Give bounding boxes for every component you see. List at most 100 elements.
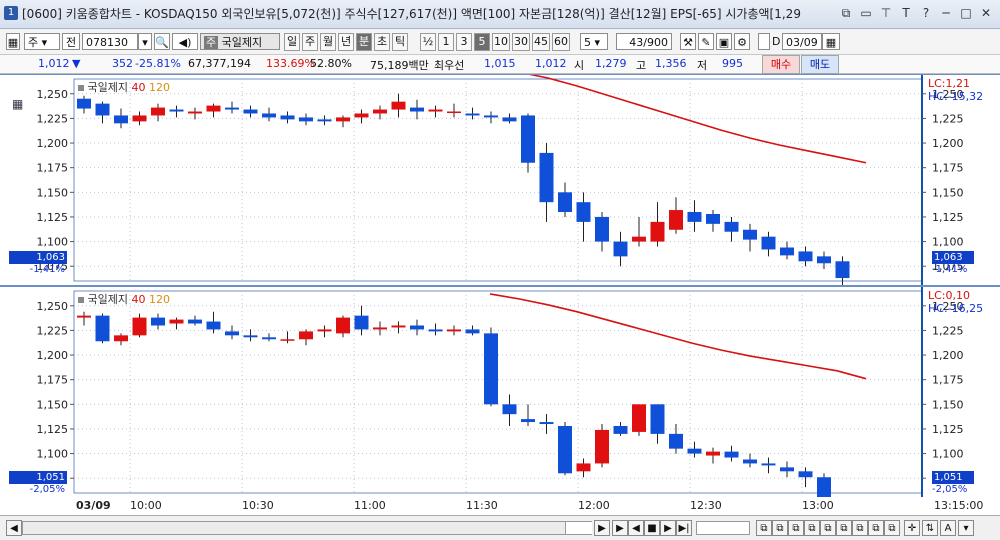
interval-button[interactable]: ½ (420, 33, 436, 51)
interval-button[interactable]: 45 (532, 33, 550, 51)
save-icon[interactable]: ▣ (716, 33, 732, 50)
pin-icon[interactable]: ⊤ (878, 4, 894, 22)
candle-body (262, 113, 276, 118)
legend-1: 국일제지 40 120 (78, 79, 170, 95)
layout-b-icon[interactable]: ⧉ (772, 520, 788, 536)
period-button[interactable]: 초 (374, 33, 390, 51)
y-tick-label-left: 1,175 (37, 374, 69, 387)
count-field[interactable]: 43/900 (616, 33, 672, 50)
candle-chart-1[interactable]: 1,250 1,2501,225 1,2251,200 1,2001,175 1,175… (0, 75, 1000, 285)
period-button[interactable]: 주 (302, 33, 318, 51)
price-pane-2[interactable]: 1,250 1,250 1,225 1,225 1,200 1,200 1,175 1,175… (0, 286, 1000, 498)
interval-button[interactable]: 10 (492, 33, 510, 51)
candle-body (299, 117, 313, 122)
step-back-icon[interactable]: ◀ (628, 520, 644, 536)
y-tick-label-left: 1,100 (37, 236, 69, 249)
candle-body (280, 115, 295, 120)
help-icon[interactable]: ? (918, 4, 934, 22)
candle-body (465, 329, 480, 334)
layout-h-icon[interactable]: ⧉ (868, 520, 884, 536)
d-checkbox[interactable] (758, 33, 770, 50)
close-icon[interactable]: ✕ (978, 4, 994, 22)
search-icon[interactable]: 🔍 (154, 33, 170, 50)
font-icon[interactable]: T (898, 4, 914, 22)
interval-button[interactable]: 3 (456, 33, 472, 51)
interval-button[interactable]: 5 (474, 33, 490, 51)
layout-a-icon[interactable]: ⧉ (756, 520, 772, 536)
restore-icon[interactable]: ⧉ (838, 4, 854, 22)
dropdown-icon[interactable]: ▾ (958, 520, 974, 536)
right-pct-label: -2,05% (932, 484, 968, 495)
candle-body (743, 459, 757, 464)
candle-body (132, 115, 147, 122)
grid-icon[interactable]: ▦ (6, 33, 20, 50)
candle-body (169, 319, 184, 324)
candle-body (817, 256, 831, 264)
scroll-thumb[interactable] (565, 522, 592, 534)
period-button[interactable]: 일 (284, 33, 300, 51)
interval-button[interactable]: 60 (552, 33, 570, 51)
interval-button[interactable]: 1 (438, 33, 454, 51)
stop-icon[interactable]: ■ (644, 520, 660, 536)
candle-body (95, 315, 110, 342)
settings-gear-icon[interactable]: ⚙ (734, 33, 750, 50)
layout-i-icon[interactable]: ⧉ (884, 520, 900, 536)
price-pane-1[interactable]: 1,250 1,250 1,225 1,225 1,200 1,200 1,175 1,175… (0, 74, 1000, 286)
stock-code-input[interactable]: 078130 (82, 33, 138, 50)
play-icon[interactable]: ▶ (612, 520, 628, 536)
window-controls: ⧉ ▭ ⊤ T ? ─ □ ✕ (838, 4, 994, 22)
step-forward-icon[interactable]: ▶ (660, 520, 676, 536)
layout-d-icon[interactable]: ⧉ (804, 520, 820, 536)
code-dropdown-icon[interactable]: ▾ (138, 33, 152, 50)
interval-button[interactable]: 30 (512, 33, 530, 51)
right-price-label: 1,063 (932, 251, 974, 264)
candle-body (151, 107, 165, 116)
tools-icon[interactable]: ⚒ (680, 33, 696, 50)
period-button[interactable]: 년 (338, 33, 354, 51)
layout-f-icon[interactable]: ⧉ (836, 520, 852, 536)
layout-e-icon[interactable]: ⧉ (820, 520, 836, 536)
scroll-right-icon[interactable]: ▶ (594, 520, 610, 536)
candle-body (243, 335, 258, 338)
left-pct-label: -1,41% (29, 264, 65, 275)
sell-button[interactable]: 매도 (801, 55, 839, 74)
table-icon[interactable]: ▦ (12, 97, 23, 111)
layout-c-icon[interactable]: ⧉ (788, 520, 804, 536)
date-input[interactable]: 03/09 (782, 33, 822, 50)
prev-button[interactable]: 전 (62, 33, 80, 50)
period-button[interactable]: 틱 (392, 33, 408, 51)
candle-body (114, 335, 128, 342)
layout-g-icon[interactable]: ⧉ (852, 520, 868, 536)
y-tick-label-right: 1,200 (932, 349, 964, 362)
maximize-icon[interactable]: □ (958, 4, 974, 22)
sound-icon[interactable]: ◀) (172, 33, 198, 50)
change-value: 352 (112, 57, 133, 70)
interval-select[interactable]: 5 ▾ (580, 33, 608, 50)
period-button[interactable]: 월 (320, 33, 336, 51)
range-end-icon[interactable]: ▶| (676, 520, 692, 536)
candle-body (539, 422, 554, 425)
open-label: 시 (574, 59, 585, 72)
change-percent: -25.81% (135, 57, 181, 70)
zoom-slider[interactable] (696, 521, 750, 535)
volume: 67,377,194 (188, 57, 251, 70)
minimize-icon[interactable]: ─ (938, 4, 954, 22)
magic-icon[interactable]: ✎ (698, 33, 714, 50)
scroll-left-icon[interactable]: ◀ (6, 520, 22, 536)
candle-body (761, 236, 776, 250)
sort-icon[interactable]: ⇅ (922, 520, 938, 536)
layout-icon[interactable]: ▭ (858, 4, 874, 22)
calendar-icon[interactable]: ▦ (822, 33, 840, 50)
candle-body (632, 236, 646, 242)
candle-body (798, 471, 813, 478)
candle-body (317, 119, 332, 122)
crosshair-icon[interactable]: ✛ (904, 520, 920, 536)
text-size-icon[interactable]: A (940, 520, 956, 536)
period-button[interactable]: 분 (356, 33, 372, 51)
candle-body (576, 202, 591, 222)
scrollbar[interactable] (22, 521, 592, 535)
candle-chart-2[interactable]: 1,250 1,2501,225 1,2251,200 1,2001,175 1,175… (0, 287, 1000, 497)
period-select[interactable]: 주 ▾ (24, 33, 60, 50)
buy-button[interactable]: 매수 (762, 55, 800, 74)
y-tick-label-left: 1,100 (37, 448, 69, 461)
